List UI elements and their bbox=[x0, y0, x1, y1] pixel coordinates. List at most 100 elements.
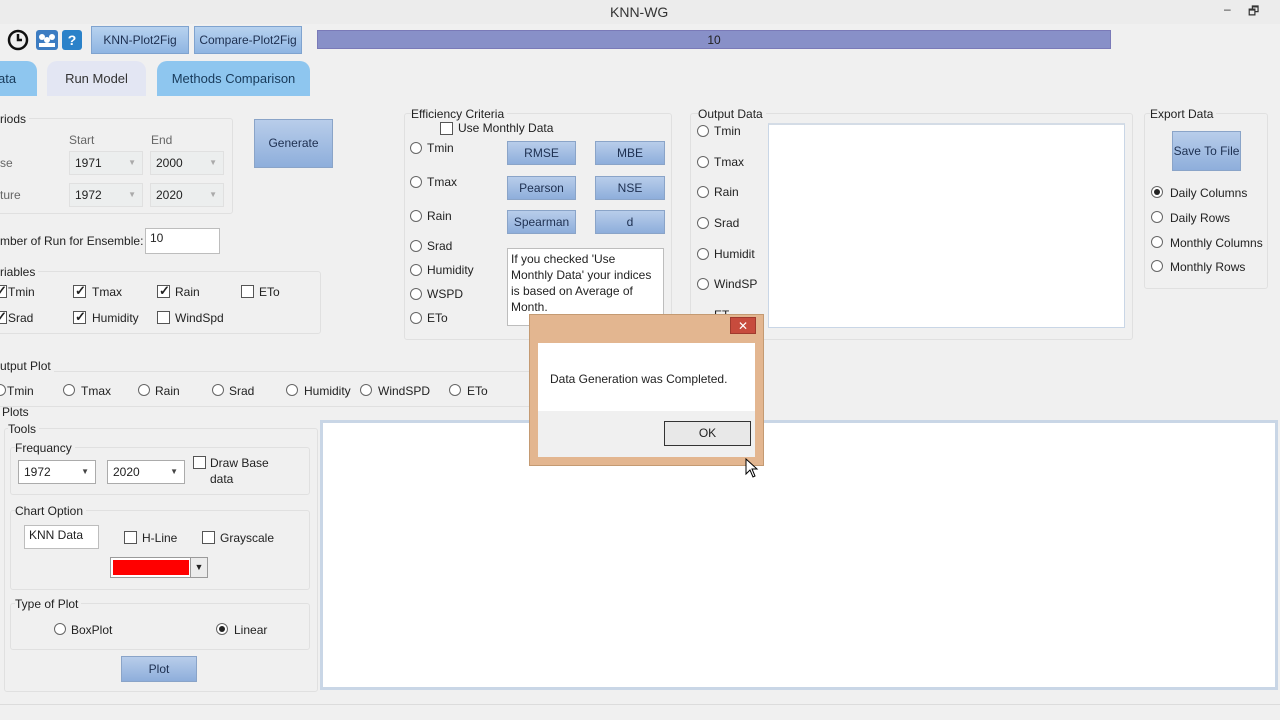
plot-radio-tmax[interactable] bbox=[63, 384, 75, 396]
freq-from-select[interactable]: 1972 ▼ bbox=[18, 460, 96, 484]
team-icon[interactable] bbox=[36, 30, 58, 50]
eff-radio-humidity[interactable] bbox=[410, 264, 422, 276]
export-title: Export Data bbox=[1150, 107, 1217, 121]
plot-canvas bbox=[320, 420, 1278, 690]
frequency-title: Frequancy bbox=[15, 441, 75, 455]
base-end-select[interactable]: 2000 ▼ bbox=[150, 151, 224, 175]
plot-radio-rain[interactable] bbox=[138, 384, 150, 396]
tmin-checkbox[interactable] bbox=[0, 283, 7, 299]
out-radio-windspd[interactable] bbox=[697, 278, 709, 290]
rmse-button[interactable]: RMSE bbox=[507, 141, 576, 165]
out-radio-srad[interactable] bbox=[697, 217, 709, 229]
tab-data[interactable]: ata bbox=[0, 61, 37, 96]
eff-radio-tmin[interactable] bbox=[410, 142, 422, 154]
humidity-label: Humidity bbox=[92, 311, 139, 325]
tmin-label: Tmin bbox=[8, 285, 35, 299]
out-radio-humidity[interactable] bbox=[697, 248, 709, 260]
export-radio-daily-columns[interactable] bbox=[1151, 186, 1163, 198]
export-radio-monthly-columns[interactable] bbox=[1151, 236, 1163, 248]
tmax-checkbox[interactable] bbox=[73, 283, 86, 299]
use-monthly-label: Use Monthly Data bbox=[458, 121, 554, 135]
out-radio-tmax[interactable] bbox=[697, 156, 709, 168]
use-monthly-checkbox[interactable] bbox=[440, 122, 453, 135]
plot-label-rain: Rain bbox=[155, 384, 180, 398]
out-label-tmax: Tmax bbox=[714, 155, 744, 169]
eff-label-humidity: Humidity bbox=[427, 263, 474, 277]
draw-base-checkbox[interactable] bbox=[193, 456, 206, 469]
message-dialog: ✕ Data Generation was Completed. OK bbox=[529, 314, 764, 466]
tab-bar: ata Run Model Methods Comparison bbox=[0, 58, 1280, 96]
tab-run-model[interactable]: Run Model bbox=[47, 61, 146, 96]
knn-plot2fig-button[interactable]: KNN-Plot2Fig bbox=[91, 26, 189, 54]
out-radio-tmin[interactable] bbox=[697, 125, 709, 137]
restore-icon[interactable]: 🗗 bbox=[1248, 2, 1259, 23]
linear-radio[interactable] bbox=[216, 623, 228, 635]
eff-radio-eto[interactable] bbox=[410, 312, 422, 324]
srad-checkbox[interactable] bbox=[0, 309, 7, 325]
plot-radio-eto[interactable] bbox=[449, 384, 461, 396]
eff-radio-srad[interactable] bbox=[410, 240, 422, 252]
plot-button[interactable]: Plot bbox=[121, 656, 197, 682]
progress-value: 10 bbox=[707, 33, 721, 47]
output-plot-title: utput Plot bbox=[0, 359, 54, 373]
plot-label-tmax: Tmax bbox=[81, 384, 111, 398]
chevron-down-icon[interactable]: ▼ bbox=[190, 558, 207, 577]
out-radio-rain[interactable] bbox=[697, 186, 709, 198]
eff-radio-rain[interactable] bbox=[410, 210, 422, 222]
base-start-select[interactable]: 1971 ▼ bbox=[69, 151, 143, 175]
hline-label: H-Line bbox=[142, 531, 178, 545]
close-icon[interactable]: ✕ bbox=[730, 317, 756, 334]
d-button[interactable]: d bbox=[595, 210, 665, 234]
rain-label: Rain bbox=[175, 285, 200, 299]
chevron-down-icon: ▼ bbox=[128, 190, 136, 199]
base-label: se bbox=[0, 156, 13, 170]
windspd-checkbox[interactable] bbox=[157, 311, 170, 324]
out-label-srad: Srad bbox=[714, 216, 740, 230]
chart-name-input[interactable]: KNN Data bbox=[24, 525, 99, 549]
grayscale-checkbox[interactable] bbox=[202, 531, 215, 544]
efficiency-title: Efficiency Criteria bbox=[411, 107, 508, 121]
color-swatch bbox=[113, 560, 189, 575]
future-end-select[interactable]: 2020 ▼ bbox=[150, 183, 224, 207]
spearman-button[interactable]: Spearman bbox=[507, 210, 576, 234]
mbe-button[interactable]: MBE bbox=[595, 141, 665, 165]
future-start-value: 1972 bbox=[75, 188, 102, 202]
output-data-textarea[interactable] bbox=[768, 123, 1125, 328]
generate-button[interactable]: Generate bbox=[254, 119, 333, 168]
future-start-select[interactable]: 1972 ▼ bbox=[69, 183, 143, 207]
plot-label-srad: Srad bbox=[229, 384, 255, 398]
pearson-button[interactable]: Pearson bbox=[507, 176, 576, 200]
eff-radio-wspd[interactable] bbox=[410, 288, 422, 300]
boxplot-radio[interactable] bbox=[54, 623, 66, 635]
save-to-file-button[interactable]: Save To File bbox=[1172, 131, 1241, 171]
eto-checkbox[interactable] bbox=[241, 285, 254, 298]
freq-to-select[interactable]: 2020 ▼ bbox=[107, 460, 185, 484]
plot-radio-srad[interactable] bbox=[212, 384, 224, 396]
eff-label-eto: ETo bbox=[427, 311, 448, 325]
variables-group bbox=[0, 271, 321, 334]
plots-title: Plots bbox=[2, 405, 29, 419]
hline-checkbox[interactable] bbox=[124, 531, 137, 544]
plot-radio-humidity[interactable] bbox=[286, 384, 298, 396]
help-icon[interactable]: ? bbox=[62, 30, 82, 50]
color-picker[interactable]: ▼ bbox=[110, 557, 208, 578]
plot-radio-windspd[interactable] bbox=[360, 384, 372, 396]
ok-button[interactable]: OK bbox=[664, 421, 751, 446]
future-label: ture bbox=[0, 188, 21, 202]
eff-radio-tmax[interactable] bbox=[410, 176, 422, 188]
tools-title: Tools bbox=[8, 422, 40, 436]
tab-methods-comparison[interactable]: Methods Comparison bbox=[157, 61, 310, 96]
nse-button[interactable]: NSE bbox=[595, 176, 665, 200]
refresh-icon[interactable] bbox=[7, 29, 29, 51]
eff-label-tmin: Tmin bbox=[427, 141, 454, 155]
humidity-checkbox[interactable] bbox=[73, 309, 86, 325]
export-radio-daily-rows[interactable] bbox=[1151, 211, 1163, 223]
export-radio-monthly-rows[interactable] bbox=[1151, 260, 1163, 272]
rain-checkbox[interactable] bbox=[157, 283, 170, 299]
out-label-rain: Rain bbox=[714, 185, 739, 199]
minimize-icon[interactable]: – bbox=[1224, 2, 1231, 16]
chevron-down-icon: ▼ bbox=[209, 158, 217, 167]
grayscale-label: Grayscale bbox=[220, 531, 275, 545]
ensemble-input[interactable]: 10 bbox=[145, 228, 220, 254]
compare-plot2fig-button[interactable]: Compare-Plot2Fig bbox=[194, 26, 302, 54]
